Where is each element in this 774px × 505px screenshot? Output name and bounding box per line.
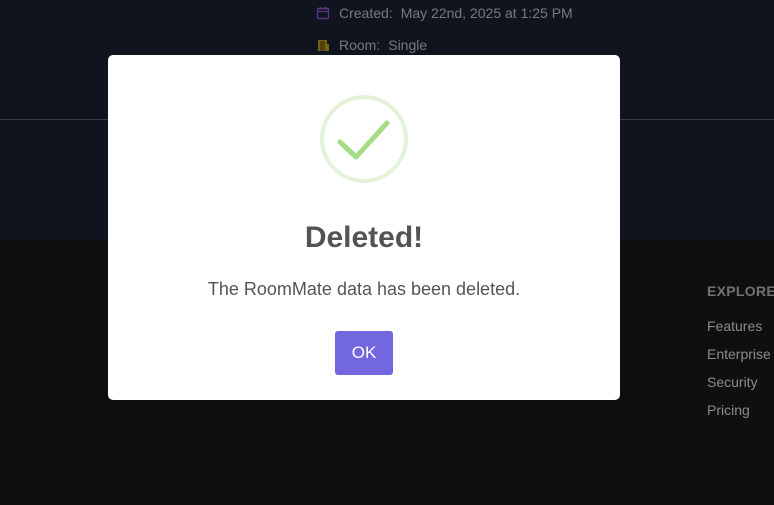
deleted-dialog: Deleted! The RoomMate data has been dele… xyxy=(108,55,620,400)
dialog-title: Deleted! xyxy=(304,221,424,254)
dialog-message: The RoomMate data has been deleted. xyxy=(207,279,521,299)
success-check-icon xyxy=(320,95,408,183)
page: Created: May 22nd, 2025 at 1:25 PM Room:… xyxy=(0,0,774,505)
ok-button[interactable]: OK xyxy=(335,331,393,375)
